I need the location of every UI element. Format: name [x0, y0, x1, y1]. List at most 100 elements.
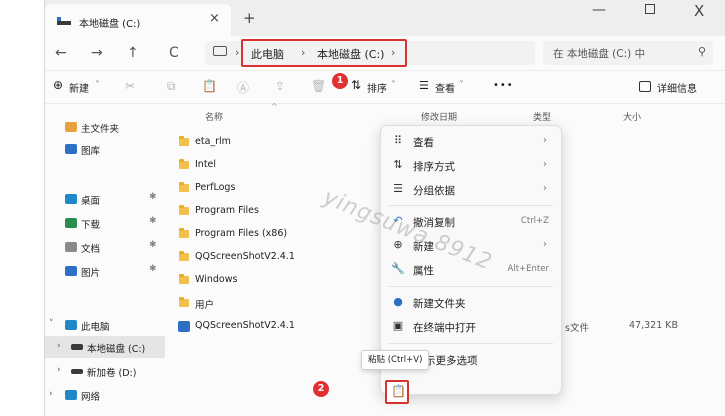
sidebar-item-home[interactable]: 主文件夹 [45, 116, 165, 138]
tab-close-icon[interactable]: × [209, 11, 220, 26]
sidebar-item-label: 网络 [81, 392, 101, 403]
sidebar-item-downloads[interactable]: 下载 ✱ [45, 212, 165, 234]
file-name: Program Files [195, 205, 259, 216]
group-icon: ☰ [393, 182, 403, 195]
navigation-pane: 主文件夹 图库 桌面 ✱ 下载 ✱ 文档 ✱ 图片 ✱ ˅ 此电脑 › 本地磁盘… [45, 104, 165, 416]
more-options-button[interactable]: ••• [493, 80, 514, 91]
home-icon [65, 122, 77, 132]
chevron-right-icon[interactable]: › [49, 389, 53, 399]
sidebar-item-local-disk-c[interactable]: › 本地磁盘 (C:) [45, 336, 165, 358]
pin-icon: ✱ [149, 240, 157, 250]
explorer-window: 本地磁盘 (C:) × + — X ← → ↑ C › 此电脑 › 本地磁盘 (… [44, 0, 725, 416]
minimize-button[interactable]: — [592, 2, 606, 18]
file-name: QQScreenShotV2.4.1 [195, 320, 295, 331]
sort-icon[interactable]: ⇅ [351, 78, 361, 92]
search-icon[interactable]: ⚲ [698, 45, 706, 58]
tab-local-disk-c[interactable]: 本地磁盘 (C:) × [45, 4, 231, 36]
pin-icon: ✱ [149, 264, 157, 274]
sidebar-item-gallery[interactable]: 图库 [45, 138, 165, 160]
sidebar-item-label: 桌面 [81, 196, 101, 207]
sidebar-item-documents[interactable]: 文档 ✱ [45, 236, 165, 258]
menu-item-label: 新建文件夹 [413, 298, 466, 310]
file-name: Program Files (x86) [195, 228, 288, 239]
menu-item-new-folder[interactable]: ● 新建文件夹 [381, 291, 561, 315]
view-icon[interactable]: ☰ [419, 79, 429, 92]
refresh-icon[interactable]: C [169, 45, 179, 61]
folder-icon [179, 297, 189, 307]
column-header-name[interactable]: 名称 [205, 110, 223, 123]
paste-icon[interactable]: 📋 [202, 79, 217, 93]
drive-icon [71, 369, 83, 374]
chevron-right-icon[interactable]: › [57, 341, 61, 351]
chevron-down-icon[interactable]: ˅ [459, 80, 464, 91]
delete-icon[interactable]: 🗑 [311, 79, 326, 93]
up-arrow-icon[interactable]: ↑ [127, 45, 139, 61]
menu-item-label: 查看 [413, 137, 434, 149]
details-pane-icon[interactable] [639, 81, 651, 92]
maximize-button[interactable] [645, 4, 655, 14]
sidebar-item-label: 图库 [81, 146, 101, 157]
computer-icon [213, 46, 227, 56]
download-icon [65, 218, 77, 228]
sidebar-item-this-pc[interactable]: ˅ 此电脑 [45, 314, 165, 336]
sidebar-item-label: 本地磁盘 (C:) [87, 344, 146, 355]
sort-button[interactable]: 排序 [367, 80, 387, 95]
sidebar-item-label: 图片 [81, 268, 101, 279]
wrench-icon: 🔧 [391, 262, 405, 275]
gallery-icon [65, 144, 77, 154]
chevron-right-icon: › [543, 183, 547, 194]
back-arrow-icon[interactable]: ← [55, 45, 67, 61]
step-badge-1: 1 [332, 73, 348, 89]
sidebar-item-desktop[interactable]: 桌面 ✱ [45, 188, 165, 210]
file-name: Windows [195, 274, 238, 285]
column-header-date[interactable]: 修改日期 [421, 110, 457, 123]
chevron-right-icon: › [543, 159, 547, 170]
file-name: 用户 [195, 300, 215, 311]
sort-icon: ⇅ [393, 158, 403, 171]
computer-icon [65, 320, 77, 330]
file-name: Intel [195, 159, 217, 170]
sidebar-item-label: 新加卷 (D:) [87, 368, 137, 379]
new-plus-icon[interactable]: ⊕ [53, 78, 63, 92]
menu-item-open-in-terminal[interactable]: ▣ 在终端中打开 [381, 315, 561, 339]
new-tab-icon[interactable]: + [243, 9, 256, 27]
folder-icon [179, 228, 189, 238]
menu-separator [389, 343, 553, 344]
details-button[interactable]: 详细信息 [657, 80, 697, 95]
copy-icon[interactable]: ⧉ [167, 79, 176, 94]
chevron-down-icon[interactable]: ˅ [391, 80, 396, 91]
column-header-size[interactable]: 大小 [623, 110, 641, 123]
rename-icon[interactable]: Ⓐ [237, 79, 249, 96]
chevron-down-icon[interactable]: ˅ [49, 319, 54, 329]
menu-item-sort-by[interactable]: ⇅ 排序方式 › [381, 154, 561, 178]
folder-icon [179, 205, 189, 215]
sidebar-item-label: 下载 [81, 220, 101, 231]
menu-item-view[interactable]: ⠿ 查看 › [381, 130, 561, 154]
menu-item-label: 排序方式 [413, 161, 455, 173]
chevron-down-icon[interactable]: ˅ [95, 80, 100, 91]
menu-item-group-by[interactable]: ☰ 分组依据 › [381, 178, 561, 202]
chevron-right-icon[interactable]: › [235, 46, 239, 59]
forward-arrow-icon[interactable]: → [91, 45, 103, 61]
sidebar-item-volume-d[interactable]: › 新加卷 (D:) [45, 360, 165, 382]
sidebar-item-network[interactable]: › 网络 [45, 384, 165, 406]
desktop-icon [65, 194, 77, 204]
view-button[interactable]: 查看 [435, 80, 455, 95]
sidebar-item-pictures[interactable]: 图片 ✱ [45, 260, 165, 282]
paste-button[interactable]: 📋 [385, 380, 409, 404]
share-icon[interactable]: ⇪ [275, 79, 285, 93]
search-input[interactable]: 在 本地磁盘 (C:) 中 [553, 46, 645, 61]
column-header-type[interactable]: 类型 [533, 110, 551, 123]
search-box[interactable]: 在 本地磁盘 (C:) 中 ⚲ [543, 41, 713, 65]
chevron-right-icon[interactable]: › [57, 365, 61, 375]
title-bar: 本地磁盘 (C:) × + — X [45, 0, 725, 36]
close-button[interactable]: X [694, 2, 704, 20]
paste-tooltip: 粘贴 (Ctrl+V) [361, 350, 430, 370]
cut-icon[interactable]: ✂ [125, 79, 135, 93]
new-folder-icon: ● [393, 295, 403, 308]
sidebar-item-label: 此电脑 [81, 322, 110, 333]
chevron-right-icon: › [543, 135, 547, 146]
terminal-icon: ▣ [392, 319, 404, 332]
menu-item-label: 示更多选项 [425, 355, 478, 367]
new-button[interactable]: 新建 [69, 80, 89, 95]
